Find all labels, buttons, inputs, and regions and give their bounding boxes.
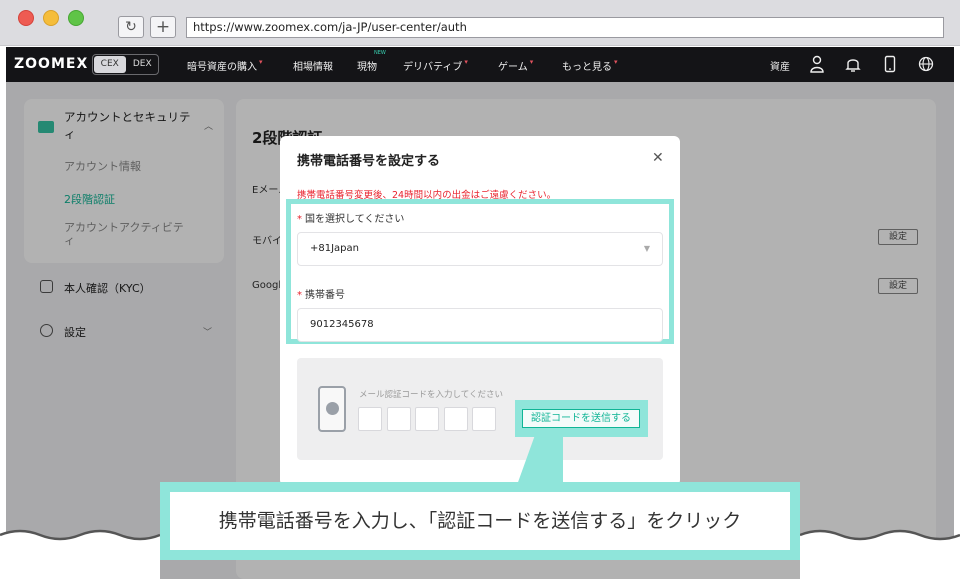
- country-label: * 国を選択してください: [297, 214, 405, 225]
- new-badge: NEW: [374, 50, 386, 56]
- maximize-window-button[interactable]: [68, 10, 84, 26]
- mobile-device-icon: [318, 386, 346, 432]
- cex-option[interactable]: CEX: [94, 56, 126, 73]
- minimize-window-button[interactable]: [43, 10, 59, 26]
- menu-spot[interactable]: 現物: [357, 58, 377, 73]
- menu-more[interactable]: もっと見る ▾: [562, 58, 618, 73]
- chevron-down-icon: ▼: [643, 244, 650, 253]
- caption-text: 携帯電話番号を入力し、「認証コードを送信する」をクリック: [170, 492, 790, 550]
- top-navigation: ZOOMEX CEX DEX 暗号資産の購入 ▾ 相場情報 NEW 現物 デリバテ…: [6, 47, 954, 82]
- browser-chrome: ↻ + https://www.zoomex.com/ja-JP/user-ce…: [0, 0, 960, 46]
- code-hint: メール認証コードを入力してください: [359, 390, 503, 400]
- code-digit-4[interactable]: [444, 407, 468, 431]
- modal-title: 携帯電話番号を設定する: [297, 154, 441, 169]
- send-code-button[interactable]: 認証コードを送信する: [522, 409, 640, 428]
- code-digit-5[interactable]: [472, 407, 496, 431]
- code-digit-3[interactable]: [415, 407, 439, 431]
- code-digit-1[interactable]: [358, 407, 382, 431]
- dex-option[interactable]: DEX: [127, 55, 159, 74]
- close-window-button[interactable]: [18, 10, 34, 26]
- address-bar[interactable]: https://www.zoomex.com/ja-JP/user-center…: [186, 17, 944, 38]
- menu-markets[interactable]: 相場情報: [293, 58, 333, 73]
- bell-icon[interactable]: [845, 55, 861, 73]
- send-code-highlight: 認証コードを送信する: [515, 400, 648, 437]
- plus-icon[interactable]: +: [150, 16, 176, 38]
- menu-games[interactable]: ゲーム ▾: [498, 58, 533, 73]
- close-icon[interactable]: ✕: [652, 150, 664, 166]
- code-digit-2[interactable]: [387, 407, 411, 431]
- user-icon[interactable]: [809, 55, 825, 73]
- reload-icon[interactable]: ↻: [118, 16, 144, 38]
- logo[interactable]: ZOOMEX: [14, 56, 88, 72]
- cex-dex-toggle[interactable]: CEX DEX: [92, 54, 159, 75]
- phone-icon[interactable]: [882, 55, 898, 73]
- instruction-caption: 携帯電話番号を入力し、「認証コードを送信する」をクリック: [160, 482, 800, 560]
- phone-label: * 携帯番号: [297, 290, 345, 301]
- menu-derivatives[interactable]: デリバティブ ▾: [403, 58, 468, 73]
- phone-setup-modal: 携帯電話番号を設定する ✕ 携帯電話番号変更後、24時間以内の出金はご遠慮くださ…: [280, 136, 680, 486]
- verification-code-panel: メール認証コードを入力してください 認証コードを送信する: [297, 358, 663, 485]
- callout-pointer: [517, 435, 563, 485]
- menu-buy-crypto[interactable]: 暗号資産の購入 ▾: [187, 58, 263, 73]
- globe-icon[interactable]: [918, 55, 934, 73]
- assets-link[interactable]: 資産: [770, 58, 790, 73]
- country-select[interactable]: +81Japan ▼: [297, 232, 663, 266]
- phone-number-input[interactable]: 9012345678: [297, 308, 663, 342]
